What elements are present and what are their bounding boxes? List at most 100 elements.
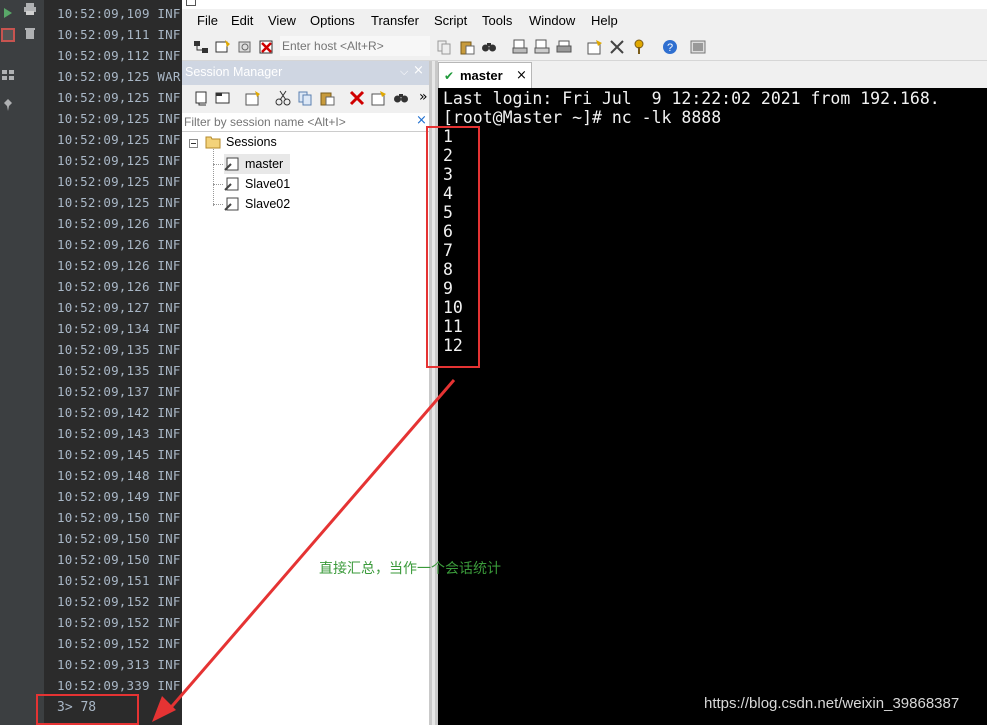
- global-options-icon[interactable]: [609, 39, 625, 55]
- ide-console-log: 10:52:09,109 INF 10:52:09,111 INF 10:52:09…: [44, 0, 182, 725]
- log-line: 10:52:09,126 INF: [57, 216, 181, 231]
- folder-icon: [205, 136, 221, 149]
- app-icon: [186, 0, 196, 6]
- tab-close-icon[interactable]: ×: [516, 68, 527, 83]
- log-line: 10:52:09,125 INF: [57, 174, 181, 189]
- session-manager-title: Session Manager: [185, 65, 283, 79]
- log-line: 10:52:09,135 INF: [57, 363, 181, 378]
- log-line: 10:52:09,135 INF: [57, 342, 181, 357]
- log-line: 10:52:09,125 INF: [57, 90, 181, 105]
- menu-script[interactable]: Script: [434, 13, 467, 28]
- securecrt-window: File Edit View Options Transfer Script T…: [182, 0, 987, 725]
- menu-tools[interactable]: Tools: [482, 13, 512, 28]
- log-line: 10:52:09,134 INF: [57, 321, 181, 336]
- window-title-strip: [182, 0, 987, 9]
- session-filter-input[interactable]: [182, 113, 414, 130]
- keymap-icon[interactable]: [631, 39, 647, 55]
- log-line: 10:52:09,126 INF: [57, 279, 181, 294]
- menu-options[interactable]: Options: [310, 13, 355, 28]
- tab-master[interactable]: ✔ master ×: [438, 62, 532, 89]
- sm-more-icon[interactable]: »: [419, 89, 428, 105]
- session-icon: [224, 177, 239, 191]
- sm-cut-icon[interactable]: [275, 90, 291, 106]
- quick-connect-icon[interactable]: [215, 39, 231, 55]
- sm-find-icon[interactable]: [393, 90, 409, 106]
- log-line: 10:52:09,109 INF: [57, 6, 181, 21]
- highlight-box-terminal-output: [426, 126, 480, 368]
- printer-icon[interactable]: [556, 39, 572, 55]
- copy-icon[interactable]: [436, 39, 452, 55]
- tree-item-label: Slave01: [245, 177, 291, 191]
- menu-help[interactable]: Help: [591, 13, 618, 28]
- print-screen-icon[interactable]: [512, 39, 528, 55]
- session-options-icon[interactable]: [587, 39, 603, 55]
- menu-bar: File Edit View Options Transfer Script T…: [182, 9, 987, 35]
- help-icon[interactable]: ?: [662, 39, 678, 55]
- svg-text:?: ?: [667, 42, 673, 54]
- log-line: 10:52:09,142 INF: [57, 405, 181, 420]
- log-line: 10:52:09,313 INF: [57, 657, 181, 672]
- sm-connect-icon[interactable]: [194, 90, 210, 106]
- session-filter: ×: [182, 113, 429, 132]
- menu-transfer[interactable]: Transfer: [371, 13, 419, 28]
- sm-properties-icon[interactable]: [371, 90, 387, 106]
- menu-file[interactable]: File: [197, 13, 218, 28]
- tree-item-slave01[interactable]: Slave01: [224, 174, 290, 194]
- menu-view[interactable]: View: [268, 13, 296, 28]
- disconnect-icon[interactable]: [259, 39, 275, 55]
- log-line: 10:52:09,151 INF: [57, 573, 181, 588]
- print-selection-icon[interactable]: [534, 39, 550, 55]
- connected-check-icon: ✔: [444, 69, 455, 83]
- log-line: 10:52:09,111 INF: [57, 27, 181, 42]
- terminal-screen[interactable]: Last login: Fri Jul 9 12:22:02 2021 from…: [438, 88, 987, 725]
- tree-root-sessions[interactable]: Sessions: [226, 135, 277, 149]
- session-icon: [224, 197, 239, 211]
- close-pane-icon[interactable]: ×: [413, 63, 424, 78]
- sm-copy-icon[interactable]: [297, 90, 313, 106]
- annotation-text: 直接汇总，当作一个会话统计: [319, 561, 501, 577]
- sm-delete-icon[interactable]: [349, 90, 365, 106]
- log-line: 10:52:09,112 INF: [57, 48, 181, 63]
- ide-tool-gutter: [0, 0, 45, 725]
- tree-item-slave02[interactable]: Slave02: [224, 194, 290, 214]
- log-line: 10:52:09,125 INF: [57, 195, 181, 210]
- rerun-icon[interactable]: [1, 6, 15, 20]
- stop-icon[interactable]: [1, 28, 15, 42]
- print-icon[interactable]: [23, 2, 37, 16]
- log-line: 10:52:09,152 INF: [57, 594, 181, 609]
- session-tree: Sessions master Slave01 Slave02: [182, 132, 429, 725]
- tree-item-master[interactable]: master: [224, 154, 290, 174]
- watermark-text: https://blog.csdn.net/weixin_39868387: [704, 695, 960, 712]
- sm-new-session-icon[interactable]: [245, 90, 261, 106]
- log-line: 10:52:09,127 INF: [57, 300, 181, 315]
- log-line: 10:52:09,145 INF: [57, 447, 181, 462]
- layout-icon[interactable]: [1, 68, 15, 82]
- tree-connector: [213, 184, 223, 185]
- screen-icon[interactable]: [690, 39, 706, 55]
- tree-connector: [213, 149, 215, 206]
- log-line: 10:52:09,148 INF: [57, 468, 181, 483]
- paste-icon[interactable]: [459, 39, 475, 55]
- collapse-toggle-icon[interactable]: [189, 139, 198, 148]
- connect-icon[interactable]: [193, 39, 209, 55]
- console-counter-output: 3> 78: [57, 700, 97, 715]
- sm-paste-icon[interactable]: [319, 90, 335, 106]
- log-line: 10:52:09,150 INF: [57, 510, 181, 525]
- log-line: 10:52:09,150 INF: [57, 531, 181, 546]
- pin-icon[interactable]: [1, 98, 15, 112]
- find-icon[interactable]: [481, 39, 497, 55]
- session-icon: [224, 157, 239, 171]
- log-line: 10:52:09,143 INF: [57, 426, 181, 441]
- log-line: 10:52:09,137 INF: [57, 384, 181, 399]
- menu-window[interactable]: Window: [529, 13, 575, 28]
- log-line: 10:52:09,125 INF: [57, 132, 181, 147]
- menu-edit[interactable]: Edit: [231, 13, 253, 28]
- sm-connect-tab-icon[interactable]: [215, 90, 231, 106]
- enter-host-input[interactable]: [280, 36, 430, 56]
- tree-item-label: Slave02: [245, 197, 291, 211]
- log-line: 10:52:09,339 INF: [57, 678, 181, 693]
- reconnect-icon[interactable]: [237, 39, 253, 55]
- pin-pane-icon[interactable]: ⌵: [400, 65, 408, 79]
- trash-icon[interactable]: [23, 26, 37, 40]
- terminal-line: Last login: Fri Jul 9 12:22:02 2021 from…: [443, 89, 940, 108]
